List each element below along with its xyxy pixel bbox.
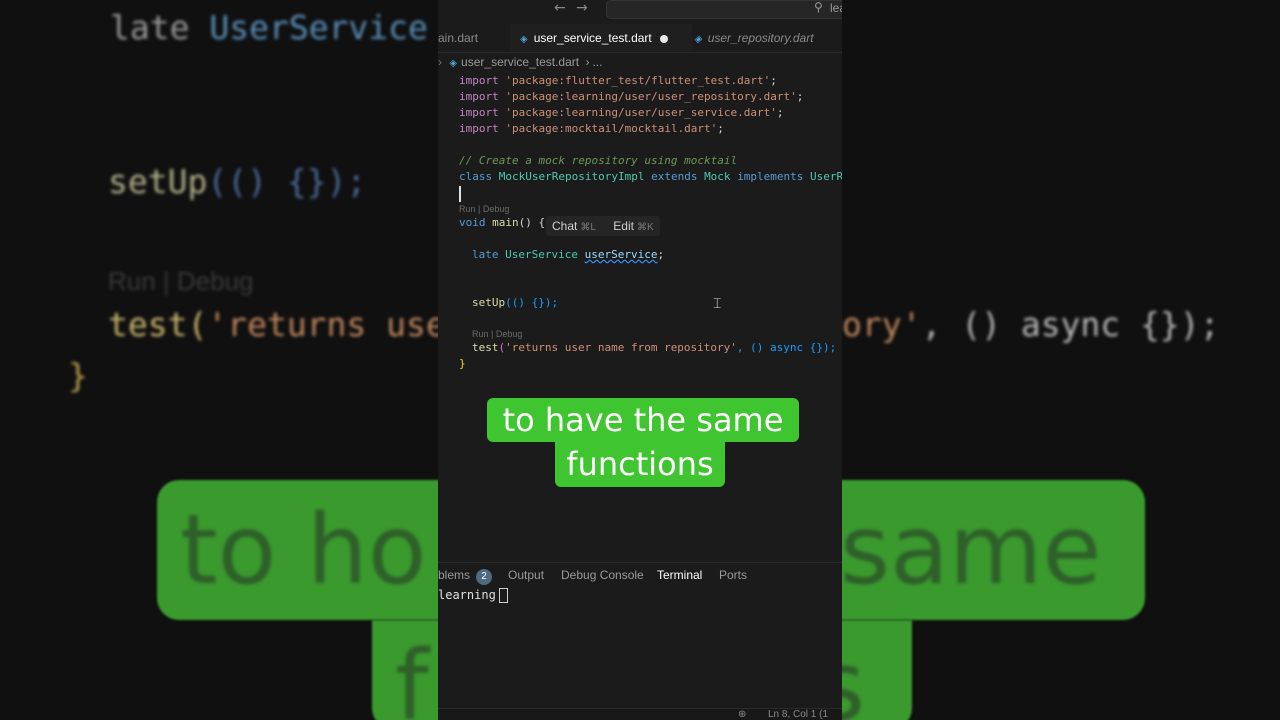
- code-comment: // Create a mock repository using mockta…: [459, 154, 738, 167]
- code-line: import 'package:mocktail/mocktail.dart';: [459, 122, 724, 135]
- search-text: lea: [830, 1, 842, 15]
- forward-arrow-icon[interactable]: →: [576, 0, 588, 16]
- code-line: late UserService userService;: [472, 248, 665, 261]
- codelens-run-debug[interactable]: Run | Debug: [472, 329, 522, 339]
- code-editor[interactable]: import 'package:flutter_test/flutter_tes…: [438, 72, 842, 562]
- bottom-panel-tabs: blems 2 Output Debug Console Terminal Por…: [438, 562, 842, 587]
- chevron-right-icon: ›: [438, 55, 442, 69]
- editor-window: ← → ⚲ lea ain.dart ◈user_service_test.da…: [438, 0, 842, 720]
- code-line: }: [459, 357, 466, 370]
- breadcrumb-separator: ›: [585, 55, 590, 69]
- codelens-run-debug[interactable]: Run | Debug: [459, 204, 509, 214]
- inline-ai-hint: Chat ⌘L Edit ⌘K: [546, 216, 660, 236]
- tab-user-repository[interactable]: ◈ user_repository.dart: [694, 24, 842, 52]
- caption-line-1: to have the same: [487, 398, 799, 442]
- bg-code-line: setUp(() {});: [108, 162, 367, 201]
- dart-file-icon: ◈: [449, 58, 458, 69]
- cursor-position[interactable]: Ln 8, Col 1 (1: [768, 709, 828, 720]
- bg-caption-text: same: [840, 494, 1102, 606]
- breadcrumb-file[interactable]: user_service_test.dart: [461, 55, 579, 69]
- command-center-search[interactable]: [606, 0, 842, 19]
- tab-problems[interactable]: blems 2: [438, 568, 493, 585]
- code-line: import 'package:learning/user/user_repos…: [459, 90, 804, 103]
- editor-tabs: ain.dart ◈ user_service_test.dart ◈ user_r…: [438, 24, 842, 53]
- chat-shortcut: ⌘L: [580, 222, 596, 233]
- bg-code-line: test('returns use: [108, 305, 446, 344]
- code-line: import 'package:flutter_test/flutter_tes…: [459, 74, 777, 87]
- code-line: class MockUserRepositoryImpl extends Moc…: [459, 170, 842, 183]
- dart-file-icon: ◈: [520, 34, 528, 45]
- edit-hint[interactable]: Edit: [613, 219, 634, 233]
- tab-ports[interactable]: Ports: [719, 568, 747, 582]
- tab-debug-console[interactable]: Debug Console: [561, 568, 644, 582]
- search-icon: ⚲: [814, 0, 823, 14]
- title-bar: ← → ⚲ lea: [438, 0, 842, 20]
- zoom-icon[interactable]: ⊕: [738, 709, 746, 720]
- code-line: test('returns user name from repository'…: [472, 341, 837, 354]
- ibeam-cursor-icon: ⌶: [713, 296, 722, 312]
- tab-terminal[interactable]: Terminal: [657, 568, 702, 582]
- unsaved-dot-icon[interactable]: [659, 34, 668, 43]
- edit-shortcut: ⌘K: [636, 222, 654, 233]
- bg-caption-text: f: [395, 630, 429, 720]
- tab-main-dart[interactable]: ain.dart: [438, 24, 508, 52]
- terminal-cursor: [498, 588, 508, 603]
- back-arrow-icon[interactable]: ←: [554, 0, 566, 16]
- bg-code-line: }: [68, 356, 88, 395]
- bg-caption-text: to ho: [180, 494, 427, 606]
- dart-file-icon: ◈: [694, 34, 702, 45]
- chat-hint[interactable]: Chat: [552, 219, 577, 233]
- status-bar: ⊕ Ln 8, Col 1 (1: [438, 708, 842, 720]
- code-line: setUp(() {});: [472, 296, 559, 309]
- bg-code-line: ory', () async {});: [842, 305, 1220, 344]
- problems-count-badge: 2: [476, 569, 493, 585]
- bg-code-line: late UserService: [110, 8, 428, 47]
- code-line: import 'package:learning/user/user_servi…: [459, 106, 784, 119]
- breadcrumb: › ◈ user_service_test.dart ›...: [438, 55, 602, 71]
- text-cursor: [459, 186, 461, 202]
- tab-output[interactable]: Output: [508, 568, 544, 582]
- code-line: void main() {: [459, 216, 546, 229]
- bg-codelens: Run | Debug: [108, 266, 254, 296]
- terminal[interactable]: learning: [438, 588, 508, 603]
- caption-line-2: functions: [555, 442, 725, 487]
- tab-user-service-test[interactable]: ◈ user_service_test.dart: [510, 24, 692, 52]
- breadcrumb-more[interactable]: ...: [592, 55, 602, 69]
- terminal-prompt: learning: [438, 588, 496, 602]
